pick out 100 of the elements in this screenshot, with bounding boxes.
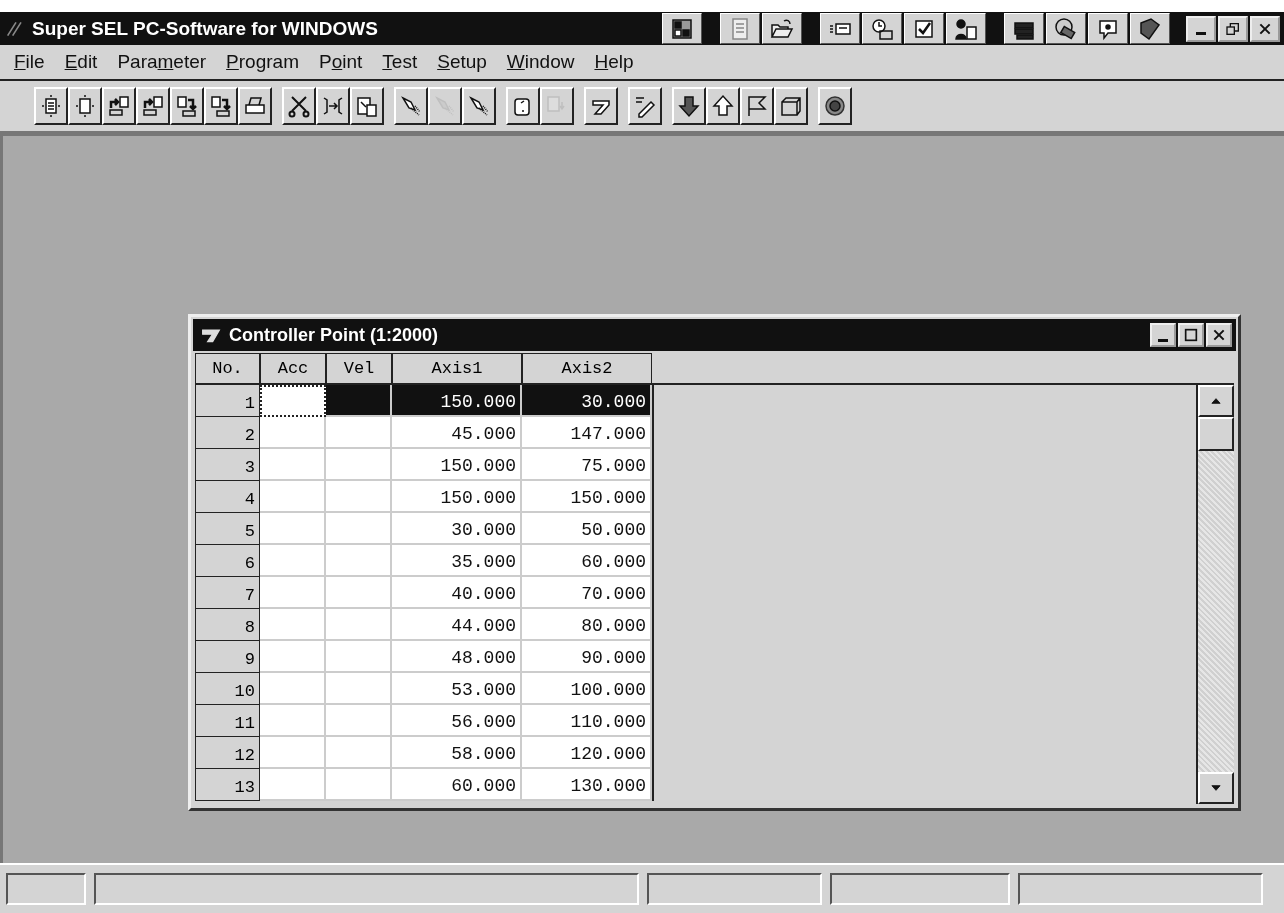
table-cell[interactable]: 150.000 — [392, 385, 522, 417]
title-tool-button[interactable] — [1088, 13, 1128, 44]
table-cell[interactable]: 80.000 — [522, 609, 652, 641]
table-cell[interactable]: 75.000 — [522, 449, 652, 481]
toolbar-button[interactable] — [170, 87, 204, 125]
scroll-up-button[interactable] — [1198, 385, 1234, 417]
column-header[interactable]: Acc — [260, 353, 326, 383]
toolbar-button[interactable] — [316, 87, 350, 125]
column-header[interactable]: Axis2 — [522, 353, 652, 383]
table-cell[interactable]: 53.000 — [392, 673, 522, 705]
title-tool-button[interactable] — [862, 13, 902, 44]
table-cell[interactable] — [260, 769, 326, 801]
toolbar-button[interactable] — [394, 87, 428, 125]
toolbar-button[interactable] — [238, 87, 272, 125]
table-cell[interactable] — [260, 513, 326, 545]
toolbar-button[interactable] — [628, 87, 662, 125]
table-cell[interactable] — [326, 577, 392, 609]
title-tool-button[interactable] — [762, 13, 802, 44]
title-tool-button[interactable] — [1046, 13, 1086, 44]
table-cell[interactable]: 110.000 — [522, 705, 652, 737]
toolbar-button[interactable] — [672, 87, 706, 125]
table-cell[interactable]: 60.000 — [392, 769, 522, 801]
table-cell[interactable]: 150.000 — [522, 481, 652, 513]
table-cell[interactable] — [326, 545, 392, 577]
menu-item[interactable]: Test — [372, 51, 428, 73]
table-cell[interactable] — [326, 641, 392, 673]
restore-button[interactable] — [1218, 15, 1248, 42]
minimize-button[interactable] — [1186, 15, 1216, 42]
maximize-button[interactable] — [1178, 323, 1204, 347]
table-cell[interactable] — [326, 737, 392, 769]
close-button[interactable] — [1206, 323, 1232, 347]
table-cell[interactable] — [260, 417, 326, 449]
table-cell[interactable] — [326, 385, 392, 417]
table-cell[interactable]: 48.000 — [392, 641, 522, 673]
toolbar-button[interactable] — [204, 87, 238, 125]
table-cell[interactable] — [326, 481, 392, 513]
menu-item[interactable]: Parameter — [107, 51, 217, 73]
table-cell[interactable] — [326, 705, 392, 737]
table-cell[interactable] — [326, 449, 392, 481]
table-cell[interactable] — [326, 513, 392, 545]
title-tool-button[interactable] — [904, 13, 944, 44]
table-cell[interactable] — [260, 641, 326, 673]
table-cell[interactable]: 60.000 — [522, 545, 652, 577]
table-cell[interactable] — [260, 609, 326, 641]
menu-item[interactable]: Edit — [54, 51, 108, 73]
table-cell[interactable] — [326, 769, 392, 801]
menu-item[interactable]: Help — [584, 51, 644, 73]
menu-item[interactable]: Program — [216, 51, 309, 73]
table-cell[interactable] — [260, 545, 326, 577]
toolbar-button[interactable] — [102, 87, 136, 125]
table-cell[interactable] — [260, 705, 326, 737]
title-tool-button[interactable] — [946, 13, 986, 44]
table-cell[interactable]: 56.000 — [392, 705, 522, 737]
toolbar-button[interactable] — [34, 87, 68, 125]
close-button[interactable] — [1250, 15, 1280, 42]
toolbar-button[interactable] — [706, 87, 740, 125]
table-cell[interactable]: 120.000 — [522, 737, 652, 769]
table-cell[interactable]: 130.000 — [522, 769, 652, 801]
table-cell[interactable]: 58.000 — [392, 737, 522, 769]
menu-item[interactable]: Point — [309, 51, 373, 73]
title-tool-button[interactable] — [1130, 13, 1170, 44]
table-cell[interactable]: 100.000 — [522, 673, 652, 705]
toolbar-button[interactable] — [584, 87, 618, 125]
table-cell[interactable]: 35.000 — [392, 545, 522, 577]
minimize-button[interactable] — [1150, 323, 1176, 347]
table-cell[interactable] — [260, 577, 326, 609]
scroll-thumb[interactable] — [1198, 417, 1234, 451]
table-cell[interactable]: 30.000 — [392, 513, 522, 545]
table-cell[interactable]: 150.000 — [392, 481, 522, 513]
menu-item[interactable]: File — [4, 51, 55, 73]
toolbar-button[interactable] — [740, 87, 774, 125]
toolbar-button[interactable] — [68, 87, 102, 125]
table-cell[interactable]: 90.000 — [522, 641, 652, 673]
toolbar-button[interactable] — [462, 87, 496, 125]
table-cell[interactable] — [326, 673, 392, 705]
table-cell[interactable]: 70.000 — [522, 577, 652, 609]
table-cell[interactable]: 147.000 — [522, 417, 652, 449]
title-tool-button[interactable] — [1004, 13, 1044, 44]
title-tool-button[interactable] — [720, 13, 760, 44]
table-cell[interactable]: 30.000 — [522, 385, 652, 417]
table-cell[interactable] — [260, 481, 326, 513]
toolbar-button[interactable] — [506, 87, 540, 125]
column-header[interactable]: No. — [195, 353, 260, 383]
toolbar-button[interactable] — [282, 87, 316, 125]
scroll-down-button[interactable] — [1198, 772, 1234, 804]
title-tool-button[interactable] — [662, 13, 702, 44]
toolbar-button[interactable] — [350, 87, 384, 125]
table-cell[interactable] — [326, 417, 392, 449]
title-tool-button[interactable] — [820, 13, 860, 44]
table-cell[interactable]: 44.000 — [392, 609, 522, 641]
toolbar-button[interactable] — [818, 87, 852, 125]
column-header[interactable]: Axis1 — [392, 353, 522, 383]
table-cell[interactable] — [326, 609, 392, 641]
table-cell[interactable] — [260, 449, 326, 481]
table-cell[interactable] — [260, 673, 326, 705]
toolbar-button[interactable] — [774, 87, 808, 125]
menu-item[interactable]: Setup — [427, 51, 497, 73]
table-cell[interactable] — [260, 737, 326, 769]
toolbar-button[interactable] — [136, 87, 170, 125]
table-cell[interactable]: 150.000 — [392, 449, 522, 481]
